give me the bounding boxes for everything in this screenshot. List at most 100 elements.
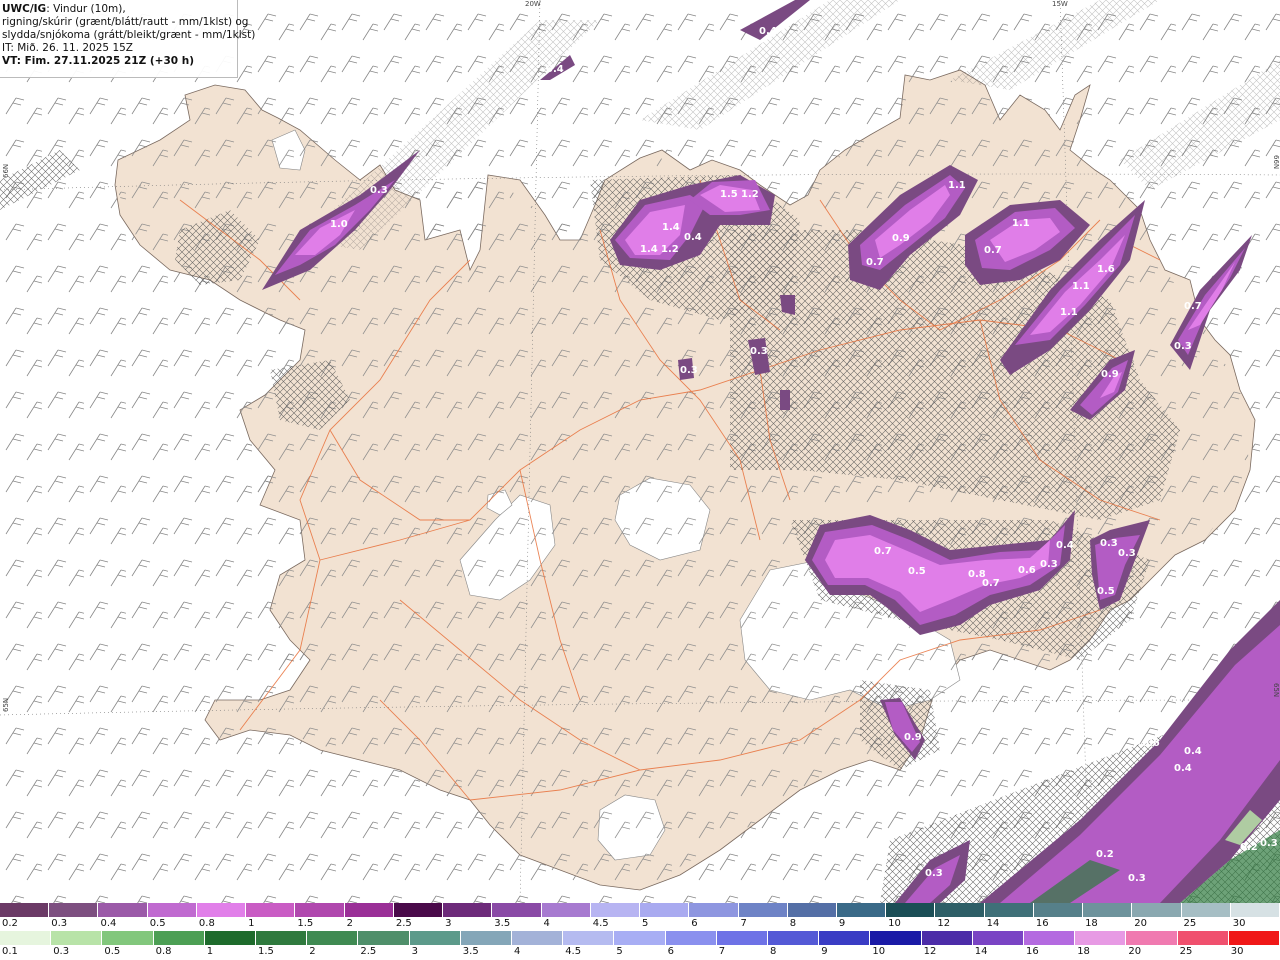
precip-label: 0.4 <box>1174 763 1192 774</box>
legend-swatch <box>984 903 1034 917</box>
legend-label: 0.5 <box>149 918 166 929</box>
precip-label: 0.3 <box>1260 838 1278 849</box>
legend-label: 2.5 <box>395 918 412 929</box>
legend-swatch <box>541 903 591 917</box>
legend-rain-labels: 0.1 0.3 0.5 0.8 1 1.5 2 2.5 3 3.5 4 4.5 5 6 7 8 9 10 12 14 1… <box>0 945 1280 959</box>
legend-swatch <box>153 931 205 945</box>
precip-label: 0.2 <box>1096 849 1114 860</box>
legend-swatch <box>51 931 103 945</box>
legend-swatch <box>1083 903 1133 917</box>
legend-swatch <box>0 903 50 917</box>
precip-label: 1.4 <box>662 222 680 233</box>
legend-swatch <box>921 931 973 945</box>
info-line-3: slydda/snjókoma (grátt/bleikt/grænt - mm… <box>2 29 256 41</box>
legend-label: 0.3 <box>53 946 70 957</box>
precip-label: 0.9 <box>892 233 910 244</box>
legend-swatch <box>1024 931 1076 945</box>
precip-label: 0.2 <box>1240 842 1258 853</box>
legend-swatch <box>563 931 615 945</box>
precip-label: 0.3 <box>370 185 388 196</box>
legend-label: 9 <box>821 946 828 957</box>
legend-swatch <box>344 903 394 917</box>
precip-label: 0.3 <box>680 365 698 376</box>
legend-label: 12 <box>937 918 951 929</box>
legend-label: 10 <box>888 918 901 929</box>
precip-label: 0.3 <box>1040 559 1058 570</box>
precip-label: 1.2 <box>661 244 679 255</box>
legend-snow-labels: 0.2 0.3 0.4 0.5 0.8 1 1.5 2 2.5 3 3.5 4 4.5 5 6 7 8 9 10 12… <box>0 917 1280 931</box>
precip-label: 0.4 <box>1184 746 1202 757</box>
legend-label: 30 <box>1230 946 1244 957</box>
info-valid-time: VT: Fim. 27.11.2025 21Z (+30 h) <box>2 55 235 68</box>
precip-label: 1.4 <box>640 244 658 255</box>
valid-time-text: VT: Fim. 27.11.2025 21Z (+30 h) <box>2 55 195 67</box>
legend-label: 14 <box>974 946 988 957</box>
legend-swatch <box>972 931 1025 945</box>
legend-label: 5 <box>616 946 623 957</box>
legend-swatch <box>204 931 257 945</box>
precip-label: 0.3 <box>1174 341 1192 352</box>
legend-swatch <box>98 903 148 917</box>
legend-label: 1 <box>206 946 214 957</box>
precip-label: 0.7 <box>984 245 1002 256</box>
legend-label: 6 <box>691 918 698 929</box>
info-variable: : Vindur (10m), <box>46 3 126 15</box>
precip-label: 0.9 <box>904 732 922 743</box>
info-initial-time: IT: Mið. 26. 11. 2025 15Z <box>2 42 133 54</box>
info-line-2: rigning/skúrir (grænt/blátt/rautt - mm/1… <box>2 16 249 28</box>
legend-label: 2 <box>309 946 316 957</box>
legend-swatch <box>512 931 564 945</box>
legend-label: 18 <box>1085 918 1098 929</box>
precip-label: 0.3 <box>1100 538 1118 549</box>
precip-label: 0.5 <box>1097 586 1115 597</box>
legend-label: 0.2 <box>2 918 18 929</box>
precip-label: 1.0 <box>330 219 348 230</box>
legend-label: 8 <box>789 918 797 929</box>
legend-swatch <box>49 903 99 917</box>
legend-label: 1.5 <box>258 946 274 957</box>
legend-label: 18 <box>1077 946 1090 957</box>
weather-map: 1.0 0.3 1.4 1.4 1.2 0.4 1.5 1.2 1.1 0.9 … <box>0 0 1280 903</box>
legend-label: 20 <box>1128 946 1142 957</box>
legend-label: 0.8 <box>198 918 215 929</box>
legend-swatch <box>0 931 52 945</box>
legend-label: 7 <box>718 946 726 957</box>
legend-swatch <box>358 931 410 945</box>
legend-swatch <box>768 931 820 945</box>
precip-label: 1.1 <box>1072 281 1090 292</box>
precip-label: 0.7 <box>982 578 1000 589</box>
precip-label: 0.5 <box>908 566 926 577</box>
legend-label: 0.1 <box>2 946 18 957</box>
legend-swatch <box>1181 903 1231 917</box>
legend-label: 6 <box>667 946 674 957</box>
legend-swatch <box>1126 931 1178 945</box>
legend-label: 3.5 <box>462 946 479 957</box>
legend-label: 25 <box>1183 918 1197 929</box>
legend-label: 0.5 <box>104 946 121 957</box>
legend-label: 1.5 <box>297 918 314 929</box>
precip-label: 0.6 <box>1142 738 1160 749</box>
legend-label: 16 <box>1026 946 1039 957</box>
precip-label: 0.4 <box>759 26 777 37</box>
legend-label: 2 <box>346 918 353 929</box>
legend-label: 3 <box>445 918 452 929</box>
precip-label: 0.3 <box>925 868 943 879</box>
legend-swatch <box>1228 931 1280 945</box>
legend-label: 10 <box>872 946 886 957</box>
model-name: UWC/IG <box>2 3 47 15</box>
legend-label: 8 <box>770 946 777 957</box>
legend-label: 9 <box>838 918 846 929</box>
legend-swatch <box>492 903 542 917</box>
legend-swatch <box>409 931 461 945</box>
legend-swatch <box>1177 931 1229 945</box>
legend-label: 4 <box>514 946 521 957</box>
precip-label: 0.3 <box>1128 873 1146 884</box>
legend-rain-colorbar <box>0 931 1280 945</box>
precip-label: 0.9 <box>1101 369 1119 380</box>
legend-label: 0.4 <box>100 918 117 929</box>
precip-label: 0.7 <box>1184 301 1202 312</box>
legend-swatch <box>1033 903 1084 917</box>
legend-swatch <box>836 903 887 917</box>
legend-swatch <box>460 931 513 945</box>
legend-swatch <box>295 903 345 917</box>
